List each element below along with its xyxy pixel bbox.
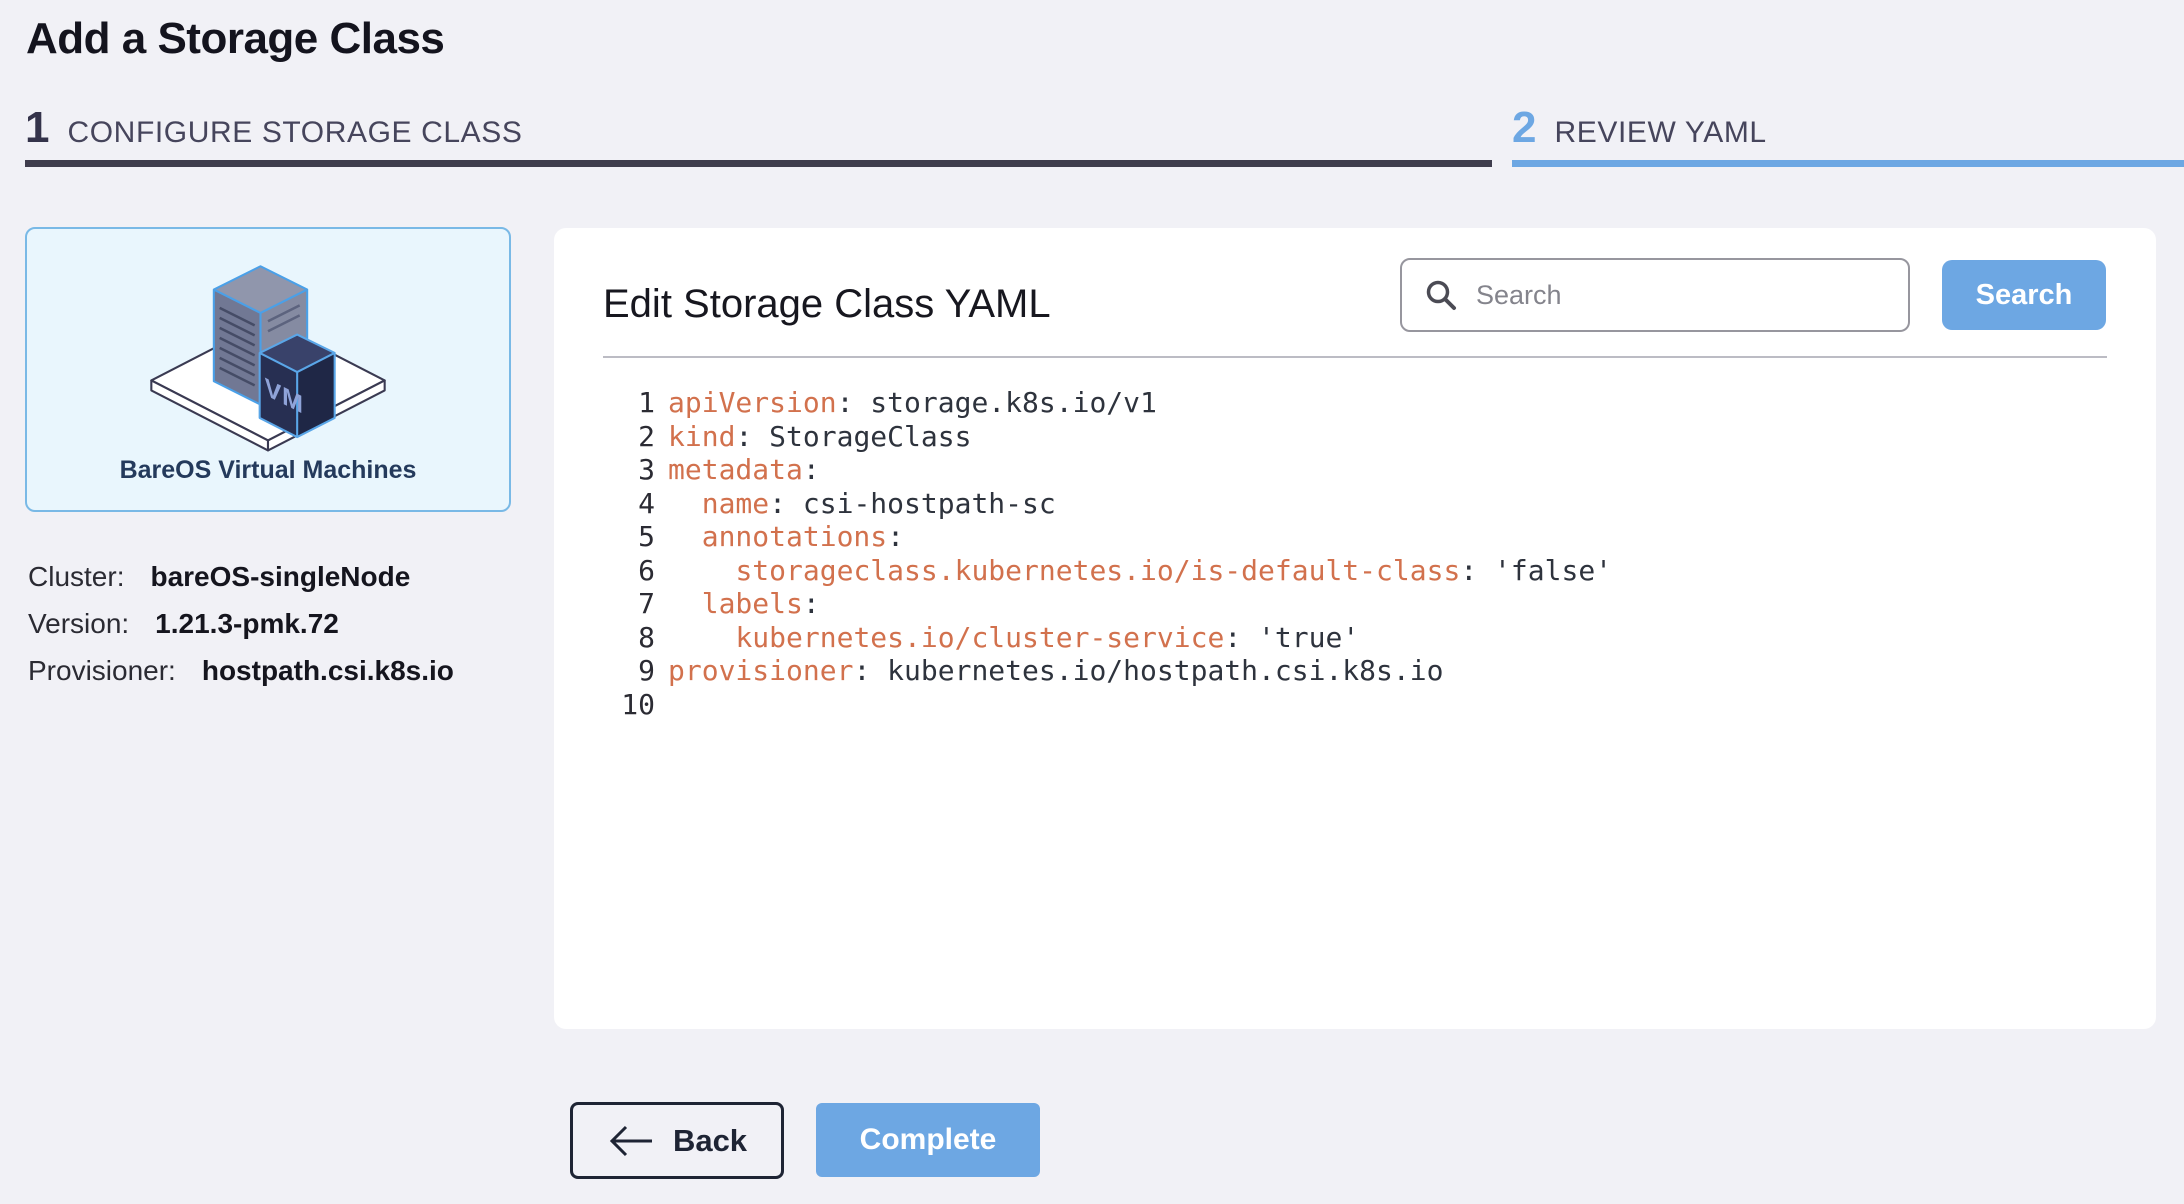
step-configure-storage-class[interactable]: 1 CONFIGURE STORAGE CLASS [25, 102, 1492, 167]
provisioner-value: hostpath.csi.k8s.io [202, 654, 454, 687]
yaml-line: 2kind: StorageClass [554, 420, 2156, 454]
yaml-line: 5 annotations: [554, 520, 2156, 554]
search-input-wrapper [1400, 258, 1910, 332]
step-number: 1 [25, 102, 49, 154]
step-underline [25, 160, 1492, 167]
cluster-value: bareOS-singleNode [150, 560, 410, 593]
step-review-yaml[interactable]: 2 REVIEW YAML [1512, 102, 2184, 167]
back-button[interactable]: Back [570, 1102, 784, 1179]
search-input[interactable] [1474, 279, 1886, 312]
provisioner-row: Provisioner: hostpath.csi.k8s.io [28, 654, 454, 687]
panel-title: Edit Storage Class YAML [603, 282, 1051, 327]
search-button[interactable]: Search [1942, 260, 2106, 330]
yaml-line: 7 labels: [554, 587, 2156, 621]
cluster-label: Cluster: [28, 560, 124, 593]
cluster-row: Cluster: bareOS-singleNode [28, 560, 454, 593]
yaml-line: 9provisioner: kubernetes.io/hostpath.csi… [554, 654, 2156, 688]
version-value: 1.21.3-pmk.72 [155, 607, 339, 640]
yaml-line: 4 name: csi-hostpath-sc [554, 487, 2156, 521]
version-label: Version: [28, 607, 129, 640]
yaml-panel: Edit Storage Class YAML Search 1apiVersi… [554, 228, 2156, 1029]
yaml-line: 10 [554, 688, 2156, 722]
complete-button[interactable]: Complete [816, 1103, 1040, 1177]
card-label: BareOS Virtual Machines [120, 456, 417, 485]
add-storage-class-page: Add a Storage Class 1 CONFIGURE STORAGE … [0, 0, 2184, 1204]
back-arrow-icon [607, 1124, 655, 1158]
yaml-line: 8 kubernetes.io/cluster-service: 'true' [554, 621, 2156, 655]
panel-divider [603, 356, 2107, 358]
vm-server-icon: VM [143, 241, 393, 454]
yaml-line: 3metadata: [554, 453, 2156, 487]
page-title: Add a Storage Class [26, 14, 444, 64]
version-row: Version: 1.21.3-pmk.72 [28, 607, 454, 640]
yaml-line: 6 storageclass.kubernetes.io/is-default-… [554, 554, 2156, 588]
step-label: REVIEW YAML [1554, 116, 1766, 150]
storage-type-card[interactable]: VM BareOS Virtual Machines [25, 227, 511, 512]
step-underline-active [1512, 160, 2184, 167]
provisioner-label: Provisioner: [28, 654, 176, 687]
yaml-editor[interactable]: 1apiVersion: storage.k8s.io/v12kind: Sto… [554, 386, 2156, 721]
search-icon [1424, 278, 1458, 312]
step-label: CONFIGURE STORAGE CLASS [67, 116, 522, 150]
back-button-label: Back [673, 1123, 747, 1159]
step-number: 2 [1512, 102, 1536, 154]
cluster-info: Cluster: bareOS-singleNode Version: 1.21… [28, 560, 454, 701]
yaml-line: 1apiVersion: storage.k8s.io/v1 [554, 386, 2156, 420]
